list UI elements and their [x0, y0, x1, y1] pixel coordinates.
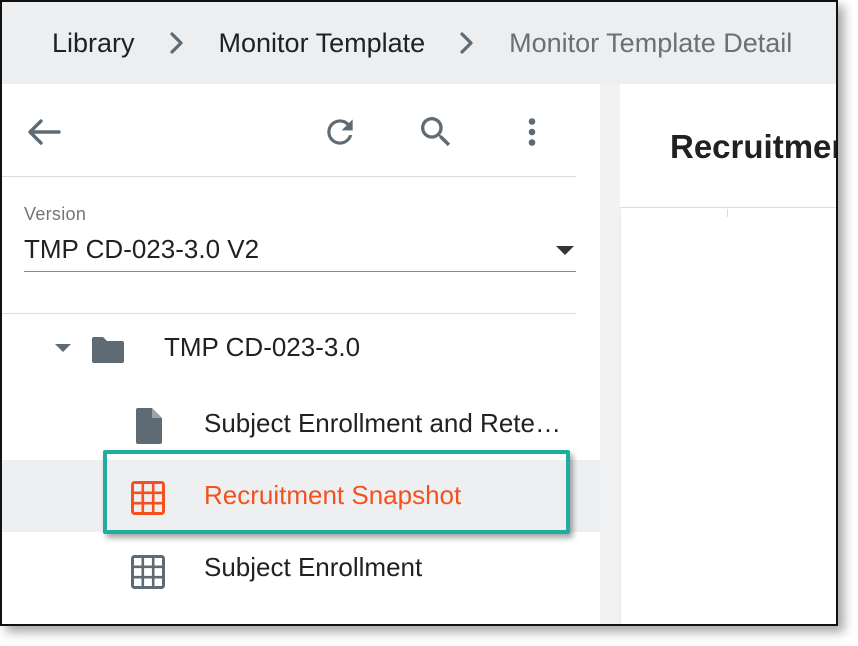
detail-title: Recruitmen	[670, 128, 838, 165]
grid-icon	[128, 478, 168, 518]
document-icon	[130, 406, 166, 446]
version-select[interactable]: TMP CD-023-3.0 V2	[24, 232, 576, 272]
tree-item-subject-enrollment-retention[interactable]: Subject Enrollment and Rete…	[2, 390, 600, 454]
arrow-left-icon	[28, 119, 61, 145]
refresh-button[interactable]	[316, 108, 364, 156]
back-button[interactable]	[20, 108, 68, 156]
tree-item-label: Subject Enrollment	[204, 552, 423, 582]
divider	[836, 367, 838, 370]
version-value: TMP CD-023-3.0 V2	[24, 234, 260, 264]
expand-arrow-icon[interactable]	[55, 344, 71, 352]
chevron-right-icon	[425, 23, 509, 63]
detail-body	[620, 209, 838, 624]
search-icon	[421, 117, 451, 147]
divider	[727, 209, 728, 217]
panel-toolbar	[2, 84, 600, 178]
tree-item-label: Recruitment Snapshot	[204, 480, 462, 510]
chevron-right-icon	[135, 23, 219, 63]
tree-item-label: Subject Enrollment and Rete…	[204, 408, 561, 438]
search-button[interactable]	[412, 108, 460, 156]
template-tree-panel: Version TMP CD-023-3.0 V2 TMP CD-023-3.0…	[2, 84, 620, 624]
more-vert-icon	[528, 118, 536, 146]
tree-item-subject-enrollment[interactable]: Subject Enrollment	[2, 534, 600, 598]
folder-icon	[88, 332, 128, 368]
app-window: Library Monitor Template Monitor Templat…	[0, 0, 838, 626]
divider	[837, 305, 838, 533]
version-label: Version	[24, 204, 87, 224]
panel-resize-divider[interactable]	[600, 84, 620, 624]
folder-label: TMP CD-023-3.0	[164, 332, 361, 362]
grid-icon	[128, 552, 168, 592]
dropdown-arrow-icon	[556, 246, 574, 255]
divider	[2, 313, 576, 314]
breadcrumb-monitor-template-detail: Monitor Template Detail	[509, 27, 793, 58]
detail-panel: Recruitmen	[620, 84, 838, 624]
breadcrumb-library[interactable]: Library	[52, 28, 135, 59]
refresh-icon	[327, 119, 353, 145]
breadcrumb-monitor-template[interactable]: Monitor Template	[219, 28, 426, 59]
tree-item-recruitment-snapshot[interactable]: Recruitment Snapshot	[2, 460, 620, 532]
tree-folder-row[interactable]: TMP CD-023-3.0	[2, 318, 600, 382]
divider	[2, 176, 576, 177]
breadcrumb: Library Monitor Template Monitor Templat…	[2, 2, 836, 84]
detail-header: Recruitmen	[620, 84, 838, 208]
more-options-button[interactable]	[508, 108, 556, 156]
